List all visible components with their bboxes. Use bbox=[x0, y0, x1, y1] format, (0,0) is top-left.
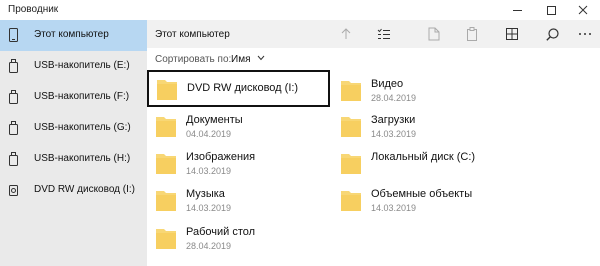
sidebar-item-label: USB-накопитель (F:) bbox=[34, 91, 130, 102]
up-arrow-icon bbox=[341, 28, 351, 39]
folder-item-downloads[interactable]: Загрузки 14.03.2019 bbox=[332, 108, 522, 145]
item-date: 04.04.2019 bbox=[186, 129, 232, 139]
item-date: 14.03.2019 bbox=[186, 166, 232, 176]
item-name: Рабочий стол bbox=[186, 226, 256, 238]
folder-icon bbox=[341, 81, 361, 101]
folder-item-videos[interactable]: Видео 28.04.2019 bbox=[332, 72, 522, 109]
tablet-icon bbox=[9, 28, 18, 42]
close-icon bbox=[578, 5, 588, 15]
folder-item-pictures[interactable]: Изображения 14.03.2019 bbox=[147, 145, 330, 182]
view-grid-icon bbox=[506, 28, 518, 40]
paste-button[interactable] bbox=[457, 20, 487, 48]
overflow-menu-icon bbox=[579, 33, 591, 35]
folder-item-documents[interactable]: Документы 04.04.2019 bbox=[147, 108, 330, 145]
paste-icon bbox=[467, 27, 477, 41]
item-name: Изображения bbox=[186, 151, 256, 163]
usb-drive-icon bbox=[9, 59, 18, 73]
view-button[interactable] bbox=[497, 20, 527, 48]
sort-label: Сортировать по: bbox=[155, 54, 232, 65]
drive-item-dvd[interactable]: DVD RW дисковод (I:) bbox=[147, 70, 330, 107]
select-button[interactable] bbox=[369, 20, 399, 48]
item-date: 14.03.2019 bbox=[371, 129, 417, 139]
folder-icon bbox=[156, 229, 176, 249]
close-button[interactable] bbox=[566, 0, 600, 20]
item-name: Видео bbox=[371, 78, 404, 90]
folder-icon bbox=[156, 191, 176, 211]
item-name: DVD RW дисковод (I:) bbox=[187, 82, 299, 94]
usb-drive-icon bbox=[9, 152, 18, 166]
sidebar-item-usb-e[interactable]: USB-накопитель (E:) bbox=[0, 51, 147, 82]
title-bar: Проводник bbox=[0, 0, 600, 20]
command-bar: Этот компьютер bbox=[147, 20, 600, 48]
folder-icon bbox=[157, 80, 177, 100]
chevron-down-icon[interactable] bbox=[257, 55, 265, 61]
checklist-icon bbox=[377, 28, 390, 39]
usb-drive-icon bbox=[9, 90, 18, 104]
sidebar-item-label: USB-накопитель (E:) bbox=[34, 60, 130, 71]
folder-item-desktop[interactable]: Рабочий стол 28.04.2019 bbox=[147, 220, 330, 257]
sidebar-item-usb-h[interactable]: USB-накопитель (H:) bbox=[0, 144, 147, 175]
sidebar-item-this-pc[interactable]: Этот компьютер bbox=[0, 20, 147, 51]
sidebar-item-label: Этот компьютер bbox=[34, 29, 109, 40]
sidebar-item-usb-g[interactable]: USB-накопитель (G:) bbox=[0, 113, 147, 144]
folder-icon bbox=[156, 117, 176, 137]
item-date: 14.03.2019 bbox=[186, 203, 232, 213]
item-name: Загрузки bbox=[371, 114, 416, 126]
item-name: Документы bbox=[186, 114, 243, 126]
up-button[interactable] bbox=[331, 20, 361, 48]
sidebar-item-dvd-i[interactable]: DVD RW дисковод (I:) bbox=[0, 175, 147, 206]
item-date: 14.03.2019 bbox=[371, 203, 417, 213]
minimize-icon bbox=[512, 9, 522, 11]
item-name: Музыка bbox=[186, 188, 225, 200]
sidebar-item-label: USB-накопитель (G:) bbox=[34, 122, 131, 133]
folder-item-3d-objects[interactable]: Объемные объекты 14.03.2019 bbox=[332, 182, 522, 219]
folder-icon bbox=[341, 117, 361, 137]
new-file-icon bbox=[428, 27, 440, 41]
item-date: 28.04.2019 bbox=[186, 241, 232, 251]
sort-value[interactable]: Имя bbox=[231, 54, 250, 65]
sidebar-item-usb-f[interactable]: USB-накопитель (F:) bbox=[0, 82, 147, 113]
usb-drive-icon bbox=[9, 121, 18, 135]
folder-item-music[interactable]: Музыка 14.03.2019 bbox=[147, 182, 330, 219]
location-title: Этот компьютер bbox=[155, 29, 230, 40]
search-icon bbox=[545, 27, 559, 41]
item-date: 28.04.2019 bbox=[371, 93, 417, 103]
maximize-button[interactable] bbox=[534, 0, 568, 20]
sidebar-item-label: USB-накопитель (H:) bbox=[34, 153, 131, 164]
more-button[interactable] bbox=[570, 20, 600, 48]
sort-control[interactable]: Сортировать по: Имя bbox=[147, 48, 600, 70]
dvd-drive-icon bbox=[9, 185, 18, 196]
maximize-icon bbox=[546, 5, 556, 15]
item-name: Локальный диск (C:) bbox=[371, 151, 476, 163]
folder-icon bbox=[341, 154, 361, 174]
window-title: Проводник bbox=[8, 4, 59, 15]
folder-icon bbox=[341, 191, 361, 211]
new-button[interactable] bbox=[419, 20, 449, 48]
drive-item-local-c[interactable]: Локальный диск (C:) bbox=[332, 145, 522, 182]
sidebar-item-label: DVD RW дисковод (I:) bbox=[34, 184, 135, 195]
item-name: Объемные объекты bbox=[371, 188, 473, 200]
folder-icon bbox=[156, 154, 176, 174]
minimize-button[interactable] bbox=[500, 0, 534, 20]
navigation-sidebar: Этот компьютер USB-накопитель (E:) USB-н… bbox=[0, 20, 147, 266]
search-button[interactable] bbox=[537, 20, 567, 48]
